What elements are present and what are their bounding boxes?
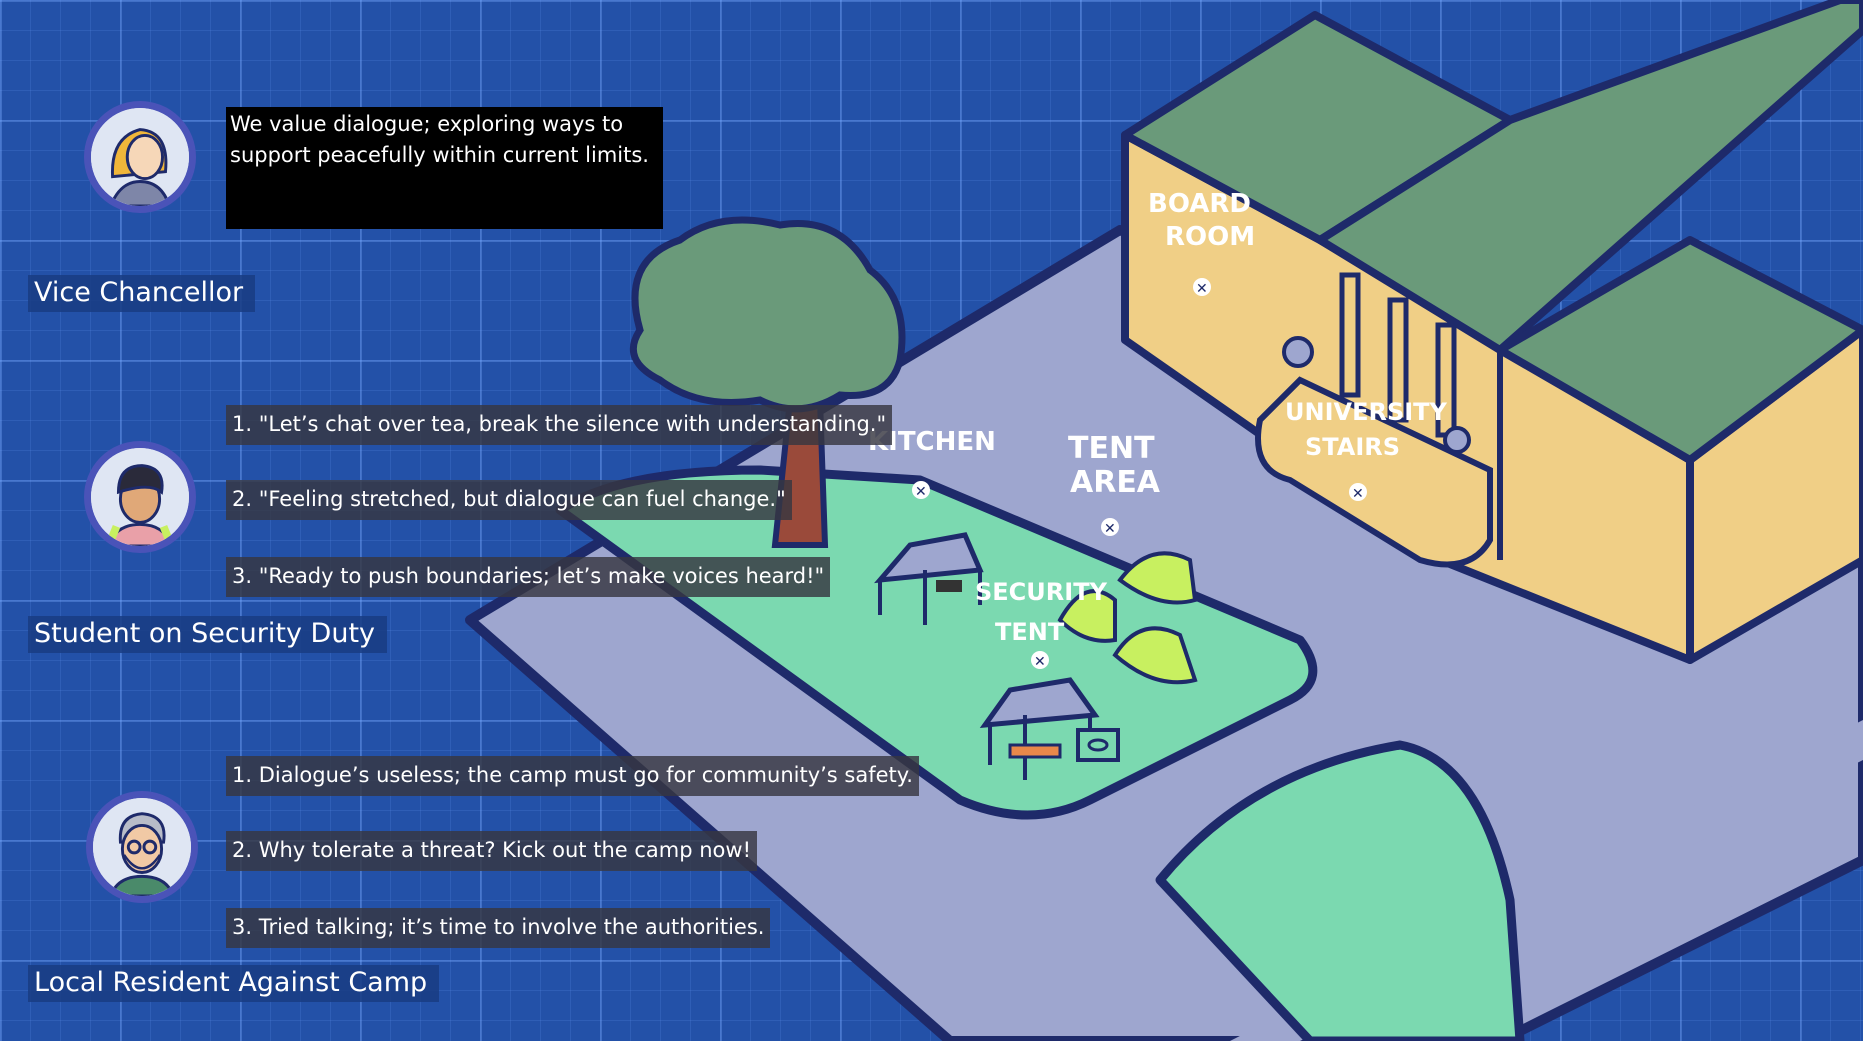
svg-text:✕: ✕: [1104, 521, 1116, 537]
resident-option-1[interactable]: 1. Dialogue’s useless; the camp must go …: [226, 756, 919, 796]
student-option-3[interactable]: 3. "Ready to push boundaries; let’s make…: [226, 557, 831, 597]
local-resident-name: Local Resident Against Camp: [28, 965, 440, 1002]
student-avatar[interactable]: [84, 441, 196, 553]
vice-chancellor-speech: We value dialogue; exploring ways to sup…: [226, 107, 663, 229]
student-portrait-icon: [91, 448, 189, 546]
local-resident-portrait-icon: [93, 798, 191, 896]
svg-text:UNIVERSITY: UNIVERSITY: [1285, 398, 1448, 426]
local-resident-avatar[interactable]: [86, 791, 198, 903]
student-option-1[interactable]: 1. "Let’s chat over tea, break the silen…: [226, 405, 893, 445]
svg-text:✕: ✕: [1196, 281, 1208, 297]
student-option-2[interactable]: 2. "Feeling stretched, but dialogue can …: [226, 480, 792, 520]
svg-text:TENT: TENT: [995, 618, 1065, 646]
svg-text:✕: ✕: [1034, 654, 1046, 670]
vice-chancellor-portrait-icon: [91, 108, 189, 206]
svg-text:TENT: TENT: [1068, 431, 1155, 466]
vice-chancellor-name: Vice Chancellor: [28, 275, 256, 312]
svg-text:BOARD: BOARD: [1148, 189, 1251, 219]
vice-chancellor-avatar[interactable]: [84, 101, 196, 213]
svg-text:STAIRS: STAIRS: [1305, 433, 1400, 461]
svg-text:ROOM: ROOM: [1165, 222, 1255, 252]
resident-option-3[interactable]: 3. Tried talking; it’s time to involve t…: [226, 908, 771, 948]
student-name: Student on Security Duty: [28, 616, 388, 653]
svg-text:✕: ✕: [915, 484, 927, 500]
resident-option-2[interactable]: 2. Why tolerate a threat? Kick out the c…: [226, 831, 757, 871]
svg-text:SECURITY: SECURITY: [975, 578, 1108, 606]
svg-text:AREA: AREA: [1070, 465, 1161, 500]
svg-text:✕: ✕: [1352, 486, 1364, 502]
